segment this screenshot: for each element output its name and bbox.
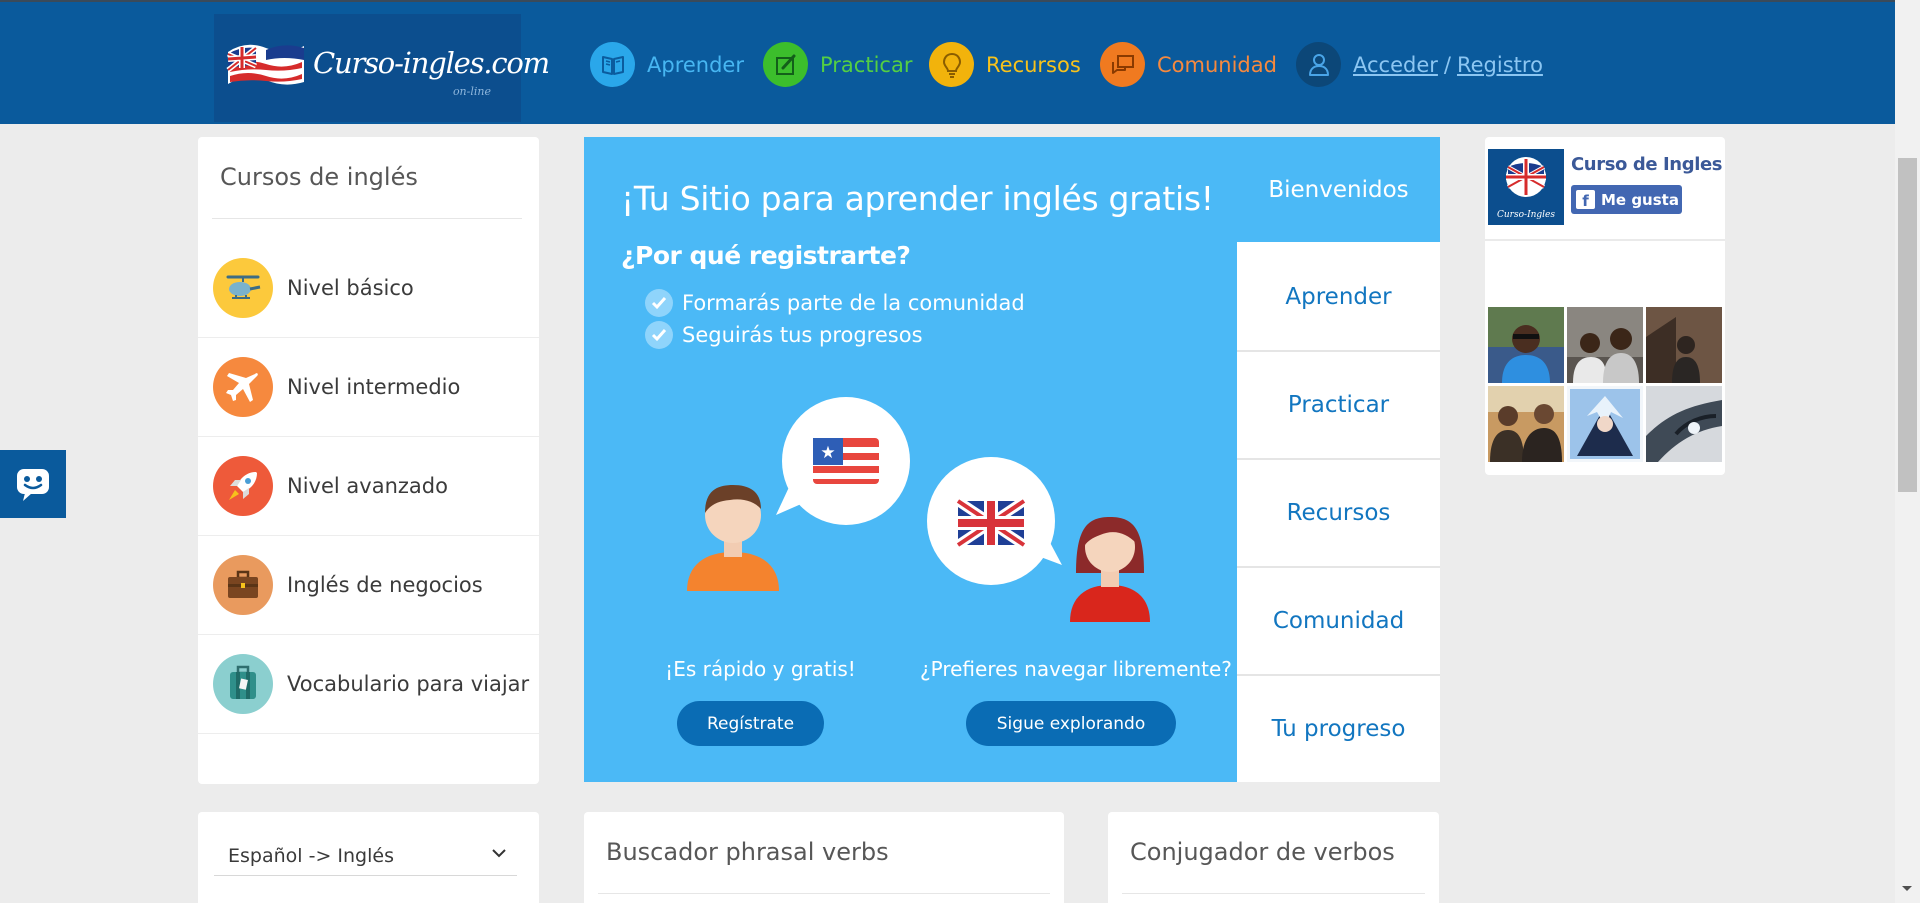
explore-button[interactable]: Sigue explorando (966, 701, 1176, 746)
register-button[interactable]: Regístrate (677, 701, 824, 746)
facebook-page-name[interactable]: Curso de Ingles (1571, 154, 1723, 175)
facebook-logo-text: Curso-Ingles (1497, 210, 1555, 220)
language-select[interactable]: Español -> Inglés (214, 836, 517, 876)
register-link[interactable]: Registro (1457, 53, 1543, 77)
woman-avatar-icon (1070, 517, 1150, 622)
flag-logo-icon (1506, 157, 1546, 197)
tab-aprender[interactable]: Aprender (1237, 244, 1440, 352)
tab-comunidad[interactable]: Comunidad (1237, 568, 1440, 676)
course-travel[interactable]: Vocabulario para viajar (198, 635, 539, 734)
hero-left-caption: ¡Es rápido y gratis! (665, 657, 856, 681)
hero-banner: ¡Tu Sitio para aprender inglés gratis! ¿… (584, 137, 1237, 782)
nav-comunidad[interactable]: Comunidad (1100, 42, 1277, 87)
follower-avatar[interactable] (1488, 307, 1564, 383)
tab-recursos[interactable]: Recursos (1237, 460, 1440, 568)
site-logo[interactable]: Curso-ingles.com on-line (214, 14, 550, 122)
conjugator-card: Conjugador de verbos (1108, 812, 1439, 903)
hero-subtitle: ¿Por qué registrarte? (621, 241, 911, 270)
course-intermediate[interactable]: Nivel intermedio (198, 338, 539, 437)
helicopter-icon (213, 258, 273, 318)
divider (212, 218, 522, 219)
courses-card: Cursos de inglés Nivel básico Nivel inte… (198, 137, 539, 784)
check-icon (645, 289, 673, 317)
facebook-like-button[interactable]: f Me gusta (1571, 185, 1682, 214)
follower-avatar[interactable] (1567, 386, 1643, 462)
account-separator: / (1443, 52, 1451, 77)
airplane-icon (213, 357, 273, 417)
logo-text: Curso-ingles.com (313, 46, 550, 80)
course-label: Vocabulario para viajar (287, 672, 530, 696)
hero-right-caption: ¿Prefieres navegar libremente? (920, 657, 1232, 681)
flag-logo-icon (226, 44, 304, 85)
account-links: Acceder / Registro (1296, 42, 1543, 87)
us-flag-bubble-icon: ★ (776, 397, 910, 525)
facebook-widget: Curso-Ingles Curso de Ingles f Me gusta (1485, 137, 1725, 475)
edit-icon (763, 42, 808, 87)
follower-avatar[interactable] (1488, 386, 1564, 462)
svg-text:★: ★ (820, 443, 835, 463)
phrasal-verbs-card: Buscador phrasal verbs (584, 812, 1064, 903)
language-select-value: Español -> Inglés (228, 844, 394, 867)
tab-bienvenidos[interactable]: Bienvenidos (1237, 137, 1440, 242)
scrollbar-thumb[interactable] (1898, 158, 1917, 492)
hero-tabs: Bienvenidos Aprender Practicar Recursos … (1237, 137, 1440, 782)
follower-avatar[interactable] (1567, 307, 1643, 383)
tab-practicar[interactable]: Practicar (1237, 352, 1440, 460)
tab-tu-progreso[interactable]: Tu progreso (1237, 676, 1440, 782)
translator-card: Español -> Inglés (198, 812, 539, 903)
check-icon (645, 321, 673, 349)
follower-avatar[interactable] (1646, 386, 1722, 462)
course-label: Nivel avanzado (287, 474, 448, 498)
suitcase-icon (213, 654, 273, 714)
course-business[interactable]: Inglés de negocios (198, 536, 539, 635)
scroll-down-arrow-icon[interactable] (1902, 886, 1912, 891)
phrasal-verbs-title: Buscador phrasal verbs (606, 838, 889, 866)
courses-title: Cursos de inglés (220, 163, 418, 191)
book-icon (590, 42, 635, 87)
nav-recursos-label: Recursos (986, 52, 1081, 77)
briefcase-icon (213, 555, 273, 615)
facebook-page-logo[interactable]: Curso-Ingles (1488, 149, 1564, 225)
site-header: Curso-ingles.com on-line Aprender Practi… (0, 0, 1895, 124)
course-label: Nivel intermedio (287, 375, 461, 399)
course-label: Nivel básico (287, 276, 414, 300)
chevron-down-icon (492, 849, 506, 858)
benefit-label: Seguirás tus progresos (682, 323, 923, 347)
man-avatar-icon (687, 485, 779, 591)
chat-bubbles-icon (1100, 42, 1145, 87)
facebook-like-label: Me gusta (1601, 190, 1679, 209)
chat-button[interactable] (0, 450, 66, 518)
follower-avatar[interactable] (1646, 307, 1722, 383)
chat-smiley-icon (17, 469, 49, 501)
rocket-icon (213, 456, 273, 516)
nav-recursos[interactable]: Recursos (929, 42, 1081, 87)
course-label: Inglés de negocios (287, 573, 483, 597)
conversation-illustration: ★ (687, 397, 1150, 622)
uk-flag-bubble-icon (927, 457, 1062, 585)
lightbulb-icon (929, 42, 974, 87)
nav-aprender-label: Aprender (647, 52, 744, 77)
divider (1485, 239, 1725, 241)
divider (598, 893, 1050, 894)
hero-title: ¡Tu Sitio para aprender inglés gratis! (621, 179, 1214, 218)
nav-comunidad-label: Comunidad (1157, 52, 1277, 77)
divider (1122, 893, 1425, 894)
user-icon (1296, 42, 1341, 87)
course-basic[interactable]: Nivel básico (198, 239, 539, 338)
nav-practicar-label: Practicar (820, 52, 913, 77)
benefit-label: Formarás parte de la comunidad (682, 291, 1025, 315)
page-scrollbar[interactable] (1895, 0, 1920, 903)
benefit-item: Seguirás tus progresos (645, 321, 923, 349)
course-advanced[interactable]: Nivel avanzado (198, 437, 539, 536)
benefit-item: Formarás parte de la comunidad (645, 289, 1025, 317)
conjugator-title: Conjugador de verbos (1130, 838, 1395, 866)
nav-practicar[interactable]: Practicar (763, 42, 912, 87)
nav-aprender[interactable]: Aprender (590, 42, 744, 87)
facebook-icon: f (1576, 190, 1595, 209)
logo-subtext: on-line (452, 85, 491, 98)
login-link[interactable]: Acceder (1353, 53, 1438, 77)
